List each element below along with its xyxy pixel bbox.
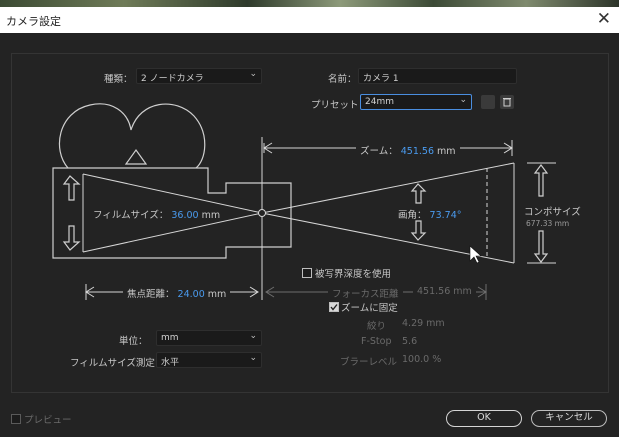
- focal-length-unit: mm: [207, 289, 227, 300]
- comp-size-value: 677.33 mm: [526, 219, 570, 228]
- ok-button[interactable]: OK: [446, 410, 522, 427]
- units-dropdown[interactable]: mm ⌄: [156, 330, 262, 346]
- film-arrow-down: [62, 225, 81, 251]
- fstop-value: 5.6: [402, 336, 418, 347]
- aperture-value: 4.29 mm: [402, 318, 445, 329]
- delete-preset-icon[interactable]: [500, 95, 514, 109]
- type-dropdown[interactable]: 2 ノードカメラ ⌄: [136, 68, 262, 84]
- comp-arrow-up: [533, 164, 549, 197]
- chevron-down-icon: ⌄: [249, 69, 257, 79]
- comp-size-label: コンポサイズ: [524, 207, 581, 218]
- film-size-label: フィルムサイズ：: [93, 210, 169, 221]
- type-label: 種類：: [104, 74, 133, 85]
- type-value: 2 ノードカメラ: [141, 74, 204, 84]
- chevron-down-icon: ⌄: [249, 331, 257, 341]
- name-label: 名前：: [328, 74, 357, 85]
- film-size-value[interactable]: 36.00: [171, 210, 198, 221]
- focus-distance-value: 451.56 mm: [413, 286, 476, 297]
- film-arrow-up: [62, 175, 81, 201]
- angle-unit: °: [456, 210, 462, 221]
- chevron-down-icon: ⌄: [249, 353, 257, 363]
- viewfinder-triangle: [124, 148, 148, 165]
- measure-film-size-value: 水平: [161, 358, 180, 368]
- angle-readout: 画角： 73.74°: [398, 207, 462, 221]
- focus-distance-label: フォーカス距離: [328, 286, 403, 300]
- film-size-readout: フィルムサイズ： 36.00 mm: [93, 207, 220, 221]
- depth-of-field-label: 被写界深度を使用: [315, 269, 392, 280]
- focal-length-readout: 焦点距離： 24.00 mm: [123, 286, 231, 300]
- cancel-button[interactable]: キャンセル: [531, 410, 607, 427]
- preset-dropdown[interactable]: 24mm ⌄: [360, 94, 472, 110]
- focal-length-value[interactable]: 24.00: [178, 289, 205, 300]
- fstop-label: F-Stop: [361, 336, 392, 347]
- zoom-unit: mm: [437, 146, 456, 157]
- units-label: 単位：: [119, 336, 148, 347]
- save-preset-icon[interactable]: [481, 95, 495, 109]
- preview-checkbox[interactable]: [11, 414, 21, 424]
- focal-length-label: 焦点距離：: [127, 289, 175, 300]
- chevron-down-icon: ⌄: [459, 95, 467, 105]
- measure-film-size-dropdown[interactable]: 水平 ⌄: [156, 352, 262, 368]
- measure-film-size-label: フィルムサイズ測定：: [70, 358, 165, 369]
- angle-arrow-down: [410, 220, 427, 241]
- comp-arrow-down: [533, 230, 549, 263]
- zoom-label: ズーム：: [360, 146, 398, 157]
- film-size-unit: mm: [201, 210, 221, 221]
- depth-of-field-checkbox[interactable]: [302, 268, 312, 278]
- camera-reels-outline: [59, 103, 206, 169]
- mouse-cursor-icon: [469, 245, 482, 264]
- blur-level-label: ブラーレベル: [340, 357, 398, 368]
- zoom-value[interactable]: 451.56: [401, 146, 434, 157]
- preview-label: プレビュー: [24, 415, 72, 426]
- lock-to-zoom-checkbox[interactable]: [329, 302, 339, 312]
- units-value: mm: [161, 333, 179, 343]
- aperture-label: 絞り: [367, 321, 387, 332]
- zoom-readout: ズーム： 451.56 mm: [356, 143, 460, 157]
- name-value: カメラ 1: [363, 74, 399, 84]
- blur-level-value: 100.0 %: [402, 354, 442, 365]
- angle-arrow-up: [410, 183, 427, 204]
- name-field[interactable]: カメラ 1: [358, 68, 517, 84]
- angle-label: 画角：: [398, 210, 427, 221]
- lock-to-zoom-label: ズームに固定: [341, 303, 398, 314]
- preset-value: 24mm: [365, 97, 394, 107]
- angle-value[interactable]: 73.74: [430, 210, 457, 221]
